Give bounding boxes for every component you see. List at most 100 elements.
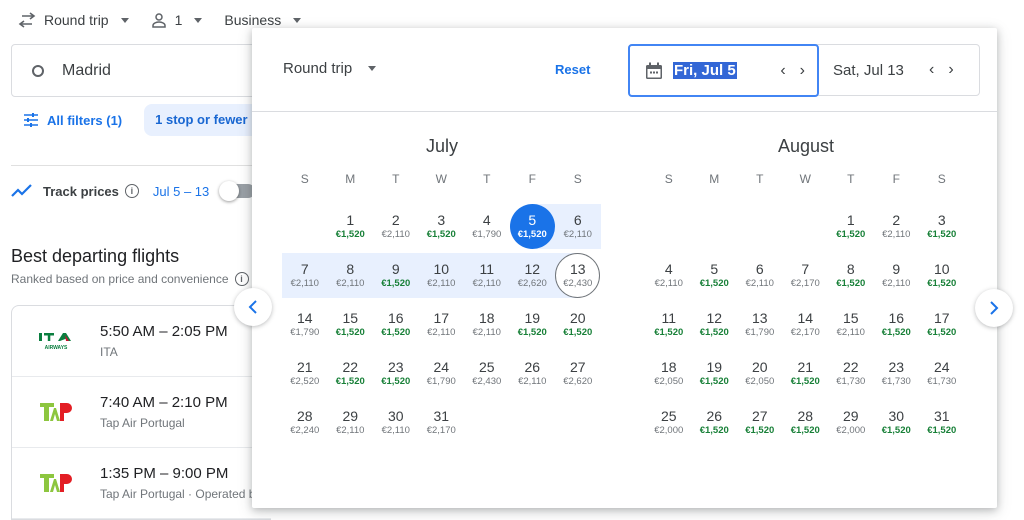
calendar-day[interactable]: 26 €1,520 (692, 400, 738, 445)
calendar-day[interactable]: 2 €2,110 (373, 204, 419, 249)
return-prev-day-button[interactable]: ‹ (929, 61, 934, 79)
calendar-day[interactable]: 3 €1,520 (919, 204, 965, 249)
calendar-day[interactable]: 29 €2,000 (828, 400, 874, 445)
caret-down-icon (293, 17, 302, 23)
calendar-day[interactable]: 1 €1,520 (828, 204, 874, 249)
picker-trip-type-dropdown[interactable]: Round trip (283, 60, 377, 77)
calendar-day[interactable]: 27 €2,620 (555, 351, 601, 396)
day-number: 5 (710, 261, 719, 277)
calendar-day[interactable]: 2 €2,110 (874, 204, 920, 249)
departure-date-field[interactable]: Fri, Jul 5 ‹ › (628, 44, 819, 97)
calendar-day[interactable]: 14 €1,790 (282, 302, 328, 347)
calendar-day[interactable]: 20 €2,050 (737, 351, 783, 396)
calendar-day[interactable]: 10 €1,520 (919, 253, 965, 298)
stops-filter-chip[interactable]: 1 stop or fewer (144, 104, 268, 136)
calendar-week: 1 €1,520 2 €2,110 3 €1,520 (646, 204, 966, 253)
calendar-day[interactable]: 13 €2,430 (555, 253, 601, 298)
calendar-day[interactable]: 20 €1,520 (555, 302, 601, 347)
passengers-dropdown[interactable]: 1 (151, 12, 203, 28)
origin-field[interactable]: Madrid (11, 44, 271, 97)
flight-row[interactable]: 7:40 AM – 2:10 PM Tap Air Portugal (12, 377, 271, 448)
calendar-day[interactable]: 19 €1,520 (510, 302, 556, 347)
day-number: 4 (482, 212, 491, 228)
calendar-day[interactable]: 26 €2,110 (510, 351, 556, 396)
day-number: 30 (387, 408, 404, 424)
trip-type-dropdown[interactable]: Round trip (18, 12, 129, 28)
calendar-day[interactable]: 24 €1,730 (919, 351, 965, 396)
calendar-day[interactable]: 11 €2,110 (464, 253, 510, 298)
calendar-day[interactable]: 15 €1,520 (328, 302, 374, 347)
next-month-button[interactable] (975, 289, 1013, 327)
calendar-day[interactable]: 16 €1,520 (874, 302, 920, 347)
empty-day-cell (555, 400, 601, 445)
calendar-day[interactable]: 29 €2,110 (328, 400, 374, 445)
day-price-low: €1,520 (881, 327, 911, 338)
calendar-day[interactable]: 7 €2,110 (282, 253, 328, 298)
calendar-day[interactable]: 23 €1,520 (373, 351, 419, 396)
calendar-day[interactable]: 9 €1,520 (373, 253, 419, 298)
calendar-day[interactable]: 9 €2,110 (874, 253, 920, 298)
calendar-day[interactable]: 18 €2,050 (646, 351, 692, 396)
calendar-day[interactable]: 7 €2,170 (783, 253, 829, 298)
calendar-day[interactable]: 3 €1,520 (419, 204, 465, 249)
calendar-day[interactable]: 22 €1,730 (828, 351, 874, 396)
calendar-day[interactable]: 24 €1,790 (419, 351, 465, 396)
calendar-day[interactable]: 10 €2,110 (418, 253, 464, 298)
flight-row[interactable]: AIRWAYS 5:50 AM – 2:05 PM ITA (12, 306, 271, 377)
all-filters-button[interactable]: All filters (1) (11, 113, 122, 128)
calendar-day[interactable]: 4 €1,790 (464, 204, 510, 249)
day-price: €1,790 (290, 327, 320, 338)
calendar-day[interactable]: 27 €1,520 (737, 400, 783, 445)
previous-month-button[interactable] (234, 288, 272, 326)
calendar-day[interactable]: 8 €2,110 (327, 253, 373, 298)
calendar-day[interactable]: 11 €1,520 (646, 302, 692, 347)
calendar-day[interactable]: 13 €1,790 (737, 302, 783, 347)
calendar-day[interactable]: 18 €2,110 (464, 302, 510, 347)
calendar-day[interactable]: 30 €2,110 (373, 400, 419, 445)
return-date-field[interactable]: Sat, Jul 13 (833, 45, 904, 95)
calendar-day[interactable]: 17 €1,520 (919, 302, 965, 347)
day-number: 31 (933, 408, 950, 424)
calendar-day[interactable]: 19 €1,520 (692, 351, 738, 396)
track-prices-toggle[interactable] (219, 181, 256, 201)
calendar-day[interactable]: 4 €2,110 (646, 253, 692, 298)
calendar-day[interactable]: 6 €2,110 (555, 204, 601, 249)
return-next-day-button[interactable]: › (948, 61, 953, 79)
calendar-day[interactable]: 12 €2,620 (509, 253, 555, 298)
day-number: 27 (751, 408, 768, 424)
calendar-day[interactable]: 22 €1,520 (328, 351, 374, 396)
day-number: 13 (751, 310, 768, 326)
calendar-day[interactable]: 16 €1,520 (373, 302, 419, 347)
day-price: €2,430 (563, 278, 593, 289)
calendar-day[interactable]: 15 €2,110 (828, 302, 874, 347)
calendar-day[interactable]: 1 €1,520 (328, 204, 374, 249)
departure-prev-day-button[interactable]: ‹ (780, 62, 785, 80)
calendar-day[interactable]: 21 €1,520 (783, 351, 829, 396)
calendar-day[interactable]: 14 €2,170 (783, 302, 829, 347)
departure-date-value[interactable]: Fri, Jul 5 (673, 62, 737, 79)
cabin-class-dropdown[interactable]: Business (224, 12, 302, 28)
reset-button[interactable]: Reset (555, 62, 590, 77)
calendar-day[interactable]: 5 €1,520 (509, 204, 556, 249)
calendar-day[interactable]: 30 €1,520 (874, 400, 920, 445)
day-price-low: €1,520 (790, 376, 820, 387)
calendar-day[interactable]: 6 €2,110 (737, 253, 783, 298)
day-number: 22 (842, 359, 859, 375)
calendar-day[interactable]: 12 €1,520 (692, 302, 738, 347)
calendar-day[interactable]: 28 €2,240 (282, 400, 328, 445)
calendar-day[interactable]: 5 €1,520 (692, 253, 738, 298)
info-icon[interactable]: i (234, 272, 249, 286)
calendar-day[interactable]: 28 €1,520 (783, 400, 829, 445)
calendar-day[interactable]: 25 €2,430 (464, 351, 510, 396)
flight-row[interactable]: 1:35 PM – 9:00 PM Tap Air Portugal · Ope… (12, 448, 271, 519)
calendar-day[interactable]: 31 €1,520 (919, 400, 965, 445)
info-icon[interactable]: i (124, 184, 139, 198)
calendar-day[interactable]: 31 €2,170 (419, 400, 465, 445)
calendar-day[interactable]: 23 €1,730 (874, 351, 920, 396)
calendar-day[interactable]: 17 €2,110 (419, 302, 465, 347)
departure-next-day-button[interactable]: › (800, 62, 805, 80)
calendar-day[interactable]: 8 €1,520 (828, 253, 874, 298)
calendar-day[interactable]: 21 €2,520 (282, 351, 328, 396)
weekday-label: W (435, 172, 447, 186)
calendar-day[interactable]: 25 €2,000 (646, 400, 692, 445)
